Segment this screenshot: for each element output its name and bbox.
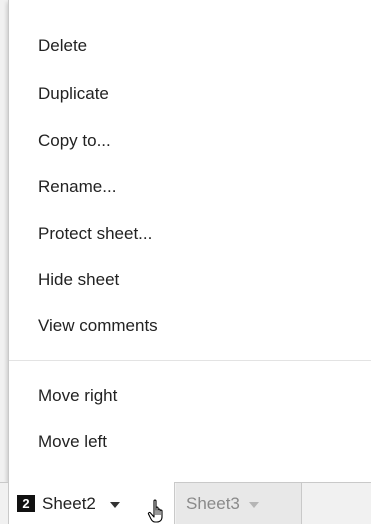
menu-separator <box>9 360 371 361</box>
menu-item-delete[interactable]: Delete <box>9 26 371 66</box>
sheet-tab-label: Sheet2 <box>42 493 96 513</box>
menu-item-view-comments[interactable]: View comments <box>9 306 371 346</box>
sheet-context-menu: Delete Duplicate Copy to... Rename... Pr… <box>8 0 371 482</box>
menu-item-duplicate[interactable]: Duplicate <box>9 74 371 114</box>
sheet-tab-label: Sheet3 <box>186 494 240 513</box>
menu-item-protect-sheet[interactable]: Protect sheet... <box>9 214 371 254</box>
sheet-tab-sheet3[interactable]: Sheet3 <box>176 483 302 524</box>
sheet-number-badge: 2 <box>17 495 35 512</box>
menu-item-copy-to[interactable]: Copy to... <box>9 121 371 161</box>
menu-item-move-left[interactable]: Move left <box>9 422 371 462</box>
hand-pointer-icon <box>147 499 163 523</box>
spreadsheet-screen: Delete Duplicate Copy to... Rename... Pr… <box>0 0 371 524</box>
sheet-tab-bar: 2 Sheet2 Sheet3 <box>0 482 371 524</box>
menu-item-move-right[interactable]: Move right <box>9 376 371 416</box>
menu-item-hide-sheet[interactable]: Hide sheet <box>9 260 371 300</box>
chevron-down-icon[interactable] <box>248 502 259 508</box>
menu-item-rename[interactable]: Rename... <box>9 167 371 207</box>
chevron-down-icon[interactable] <box>109 501 120 508</box>
